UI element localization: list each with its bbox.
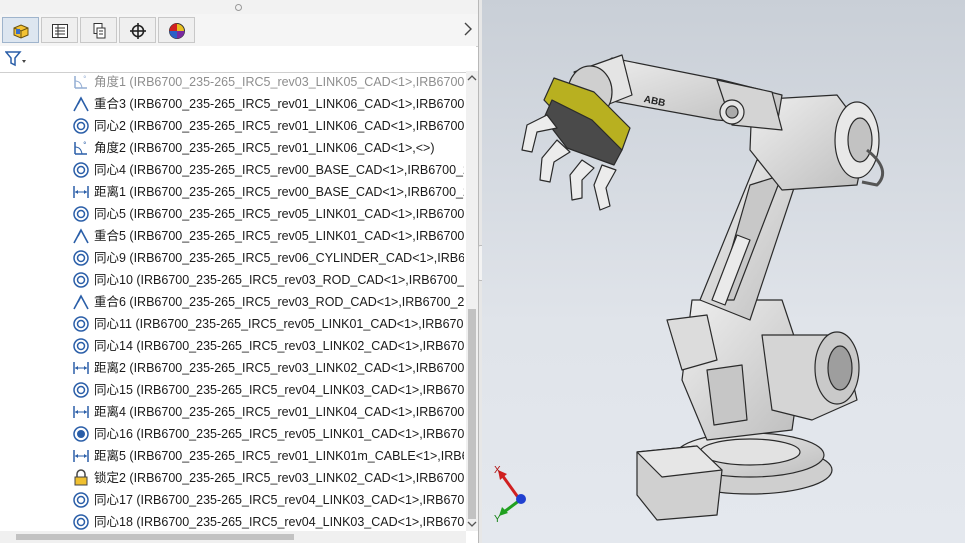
concentric-mate-icon xyxy=(73,272,89,288)
horizontal-scroll-thumb[interactable] xyxy=(16,534,294,540)
robot-model[interactable]: ABB X Y xyxy=(482,0,965,543)
crosshair-icon xyxy=(130,23,146,39)
mates-tree: ° 角度1 (IRB6700_235-265_IRC5_rev03_LINK05_… xyxy=(0,71,464,531)
tree-row-label: 重合6 (IRB6700_235-265_IRC5_rev03_ROD_CAD<… xyxy=(94,295,464,309)
concentric-mate-icon xyxy=(73,338,89,354)
graphics-viewport[interactable]: ABB X Y xyxy=(482,0,965,543)
tree-row[interactable]: 同心5 (IRB6700_235-265_IRC5_rev05_LINK01_C… xyxy=(72,203,464,225)
tree-row[interactable]: 重合6 (IRB6700_235-265_IRC5_rev03_ROD_CAD<… xyxy=(72,291,464,313)
property-list-icon xyxy=(52,24,68,38)
tree-row-label: 同心5 (IRB6700_235-265_IRC5_rev05_LINK01_C… xyxy=(94,207,464,221)
coincident-mate-icon xyxy=(73,228,89,244)
tree-row[interactable]: 同心17 (IRB6700_235-265_IRC5_rev04_LINK03_… xyxy=(72,489,464,511)
panel-top-handle[interactable] xyxy=(0,0,480,14)
tree-row[interactable]: 同心10 (IRB6700_235-265_IRC5_rev03_ROD_CAD… xyxy=(72,269,464,291)
concentric-mate-icon xyxy=(73,118,89,134)
scroll-down-arrow-icon[interactable] xyxy=(467,519,477,529)
gripper-finger-3 xyxy=(569,159,595,201)
tree-row[interactable]: 同心16 (IRB6700_235-265_IRC5_rev05_LINK01_… xyxy=(72,423,464,445)
concentric-mate-icon xyxy=(73,206,89,222)
tree-row[interactable]: 距离1 (IRB6700_235-265_IRC5_rev00_BASE_CAD… xyxy=(72,181,464,203)
triad-y-label: Y xyxy=(494,514,501,525)
tree-row-label: 同心10 (IRB6700_235-265_IRC5_rev03_ROD_CAD… xyxy=(94,273,464,287)
appearance-sphere-icon xyxy=(169,23,185,39)
tree-row-label: 距离2 (IRB6700_235-265_IRC5_rev03_LINK02_C… xyxy=(94,361,464,375)
concentric-mate-icon xyxy=(73,382,89,398)
tree-row[interactable]: 同心14 (IRB6700_235-265_IRC5_rev03_LINK02_… xyxy=(72,335,464,357)
coincident-mate-icon xyxy=(73,294,89,310)
tree-row[interactable]: 距离2 (IRB6700_235-265_IRC5_rev03_LINK02_C… xyxy=(72,357,464,379)
configuration-icon xyxy=(93,23,106,39)
feature-manager-panel: ° 角度1 (IRB6700_235-265_IRC5_rev03_LINK05_… xyxy=(0,0,480,543)
tree-row-label: 重合3 (IRB6700_235-265_IRC5_rev01_LINK06_C… xyxy=(94,97,464,111)
tree-row-label: 同心15 (IRB6700_235-265_IRC5_rev04_LINK03_… xyxy=(94,383,464,397)
tree-row-label: 同心9 (IRB6700_235-265_IRC5_rev06_CYLINDER… xyxy=(94,251,464,265)
handle-dot xyxy=(235,4,242,11)
lock-mate-icon xyxy=(74,469,88,486)
filter-bar xyxy=(0,46,476,73)
manager-tabs xyxy=(0,14,480,47)
tree-row-label: 同心11 (IRB6700_235-265_IRC5_rev05_LINK01_… xyxy=(94,317,464,331)
concentric-mate-icon xyxy=(73,492,89,508)
vertical-scrollbar[interactable] xyxy=(466,71,478,531)
tree-row[interactable]: 同心9 (IRB6700_235-265_IRC5_rev06_CYLINDER… xyxy=(72,247,464,269)
concentric-mate-icon xyxy=(73,316,89,332)
tree-row-label: 同心17 (IRB6700_235-265_IRC5_rev04_LINK03_… xyxy=(94,493,464,507)
tree-row[interactable]: 距离4 (IRB6700_235-265_IRC5_rev01_LINK04_C… xyxy=(72,401,464,423)
tree-row[interactable]: 同心11 (IRB6700_235-265_IRC5_rev05_LINK01_… xyxy=(72,313,464,335)
dimxpert-tab[interactable] xyxy=(119,17,156,43)
concentric-mate-icon xyxy=(73,514,89,530)
tree-row-label: 角度1 (IRB6700_235-265_IRC5_rev03_LINK05_C… xyxy=(94,75,464,89)
horizontal-scrollbar[interactable] xyxy=(0,531,466,543)
svg-text:°: ° xyxy=(83,141,87,149)
z-axis-dot xyxy=(516,494,526,504)
concentric-filled-mate-icon xyxy=(73,426,89,442)
tree-row-label: 同心14 (IRB6700_235-265_IRC5_rev03_LINK02_… xyxy=(94,339,464,353)
tree-row-label: 重合5 (IRB6700_235-265_IRC5_rev05_LINK01_C… xyxy=(94,229,464,243)
concentric-mate-icon xyxy=(73,250,89,266)
angle-mate-icon: ° xyxy=(74,75,87,89)
featuremanager-tab[interactable] xyxy=(2,17,39,43)
tree-row[interactable]: 距离5 (IRB6700_235-265_IRC5_rev01_LINK01m_… xyxy=(72,445,464,467)
triad-x-label: X xyxy=(494,465,501,476)
coincident-mate-icon xyxy=(73,96,89,112)
tree-row-label: 距离1 (IRB6700_235-265_IRC5_rev00_BASE_CAD… xyxy=(94,185,464,199)
tree-row[interactable]: 重合3 (IRB6700_235-265_IRC5_rev01_LINK06_C… xyxy=(72,93,464,115)
tree-row[interactable]: 锁定2 (IRB6700_235-265_IRC5_rev03_LINK02_C… xyxy=(72,467,464,489)
coordinate-triad: X Y xyxy=(494,465,526,525)
tree-row[interactable]: 同心4 (IRB6700_235-265_IRC5_rev00_BASE_CAD… xyxy=(72,159,464,181)
tree-row-label: 同心2 (IRB6700_235-265_IRC5_rev01_LINK06_C… xyxy=(94,119,464,133)
tree-row[interactable]: 同心15 (IRB6700_235-265_IRC5_rev04_LINK03_… xyxy=(72,379,464,401)
svg-text:°: ° xyxy=(83,75,87,83)
distance-mate-icon xyxy=(73,450,89,462)
vertical-scroll-thumb[interactable] xyxy=(468,309,476,519)
angle-mate-icon: ° xyxy=(74,141,87,155)
filter-funnel-icon[interactable] xyxy=(5,50,27,68)
gripper-finger-4 xyxy=(593,164,617,211)
distance-mate-icon xyxy=(73,362,89,374)
propertymanager-tab[interactable] xyxy=(41,17,78,43)
concentric-mate-icon xyxy=(73,162,89,178)
tree-row[interactable]: ° 角度1 (IRB6700_235-265_IRC5_rev03_LINK05_… xyxy=(72,71,464,93)
tree-row[interactable]: 同心18 (IRB6700_235-265_IRC5_rev04_LINK03_… xyxy=(72,511,464,531)
chevron-right-icon[interactable] xyxy=(462,22,474,36)
tree-row-label: 同心18 (IRB6700_235-265_IRC5_rev04_LINK03_… xyxy=(94,515,464,529)
distance-mate-icon xyxy=(73,186,89,198)
tree-row[interactable]: 同心2 (IRB6700_235-265_IRC5_rev01_LINK06_C… xyxy=(72,115,464,137)
tree-row-label: 同心16 (IRB6700_235-265_IRC5_rev05_LINK01_… xyxy=(94,427,464,441)
tree-row-label: 同心4 (IRB6700_235-265_IRC5_rev00_BASE_CAD… xyxy=(94,163,464,177)
scroll-up-arrow-icon[interactable] xyxy=(467,73,477,83)
tree-row-label: 角度2 (IRB6700_235-265_IRC5_rev01_LINK06_C… xyxy=(94,141,435,155)
tree-row[interactable]: ° 角度2 (IRB6700_235-265_IRC5_rev01_LINK06_… xyxy=(72,137,435,159)
tree-row-label: 距离4 (IRB6700_235-265_IRC5_rev01_LINK04_C… xyxy=(94,405,464,419)
tree-row-label: 距离5 (IRB6700_235-265_IRC5_rev01_LINK01m_… xyxy=(94,449,464,463)
display-manager-tab[interactable] xyxy=(158,17,195,43)
configuration-tab[interactable] xyxy=(80,17,117,43)
tree-row[interactable]: 重合5 (IRB6700_235-265_IRC5_rev05_LINK01_C… xyxy=(72,225,464,247)
distance-mate-icon xyxy=(73,406,89,418)
feature-tree-icon xyxy=(13,24,29,39)
tree-row-label: 锁定2 (IRB6700_235-265_IRC5_rev03_LINK02_C… xyxy=(94,471,464,485)
